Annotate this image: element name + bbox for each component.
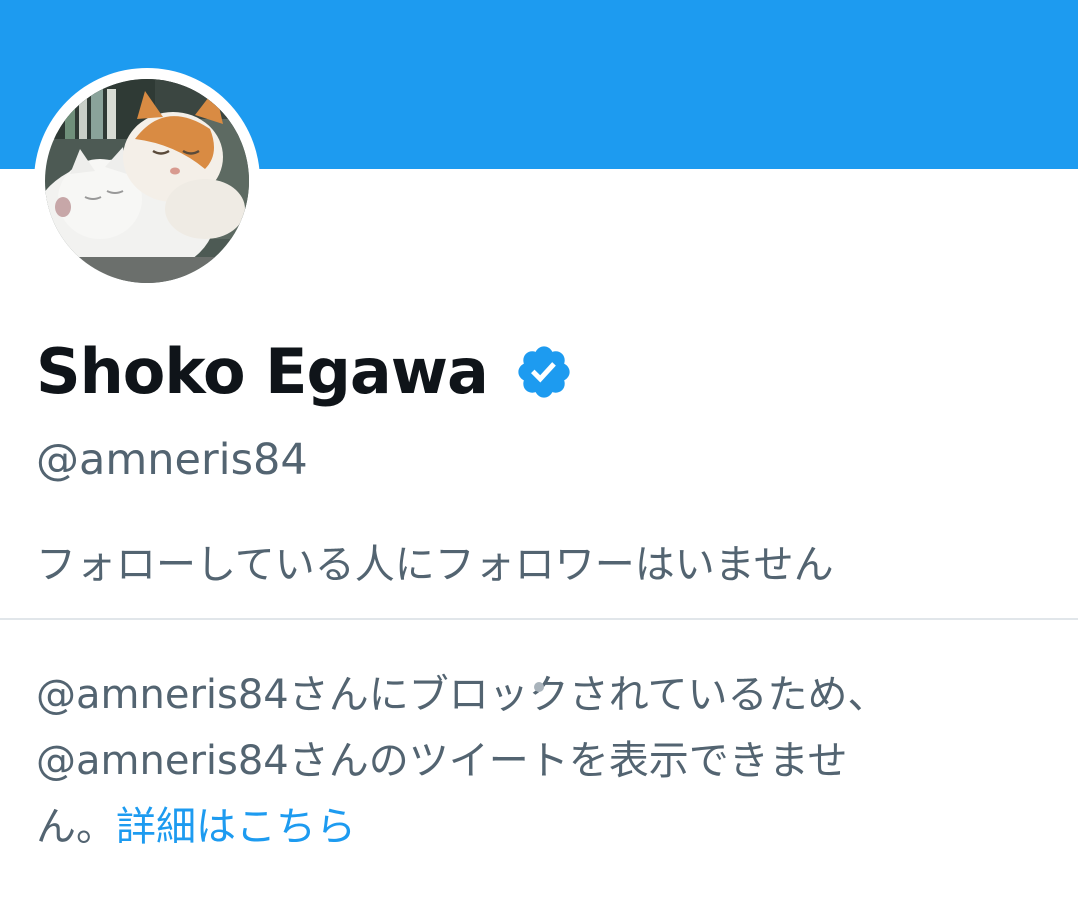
blocked-message-line-3-prefix: ん。: [36, 804, 116, 850]
verified-badge-icon[interactable]: [514, 342, 574, 402]
profile-avatar[interactable]: [34, 68, 260, 294]
learn-more-link[interactable]: 詳細はこちら: [116, 804, 356, 850]
followers-you-know-note[interactable]: フォローしている人にフォロワーはいません: [36, 537, 834, 593]
display-name: Shoko Egawa: [36, 335, 489, 408]
display-name-row: Shoko Egawa: [36, 330, 574, 414]
profile-handle: @amneris84: [36, 435, 308, 485]
avatar-cat-photo: [45, 79, 249, 283]
blocked-message-line-2: @amneris84さんのツイートを表示できませ: [36, 738, 848, 784]
divider: [0, 618, 1078, 620]
blocked-message: @amneris84さんにブロックされているため、 @amneris84さんのツ…: [36, 662, 1036, 860]
blocked-message-line-3: ん。詳細はこちら: [36, 794, 1036, 860]
blocked-message-line-1: @amneris84さんにブロックされているため、: [36, 672, 888, 718]
touch-indicator: [534, 682, 544, 692]
